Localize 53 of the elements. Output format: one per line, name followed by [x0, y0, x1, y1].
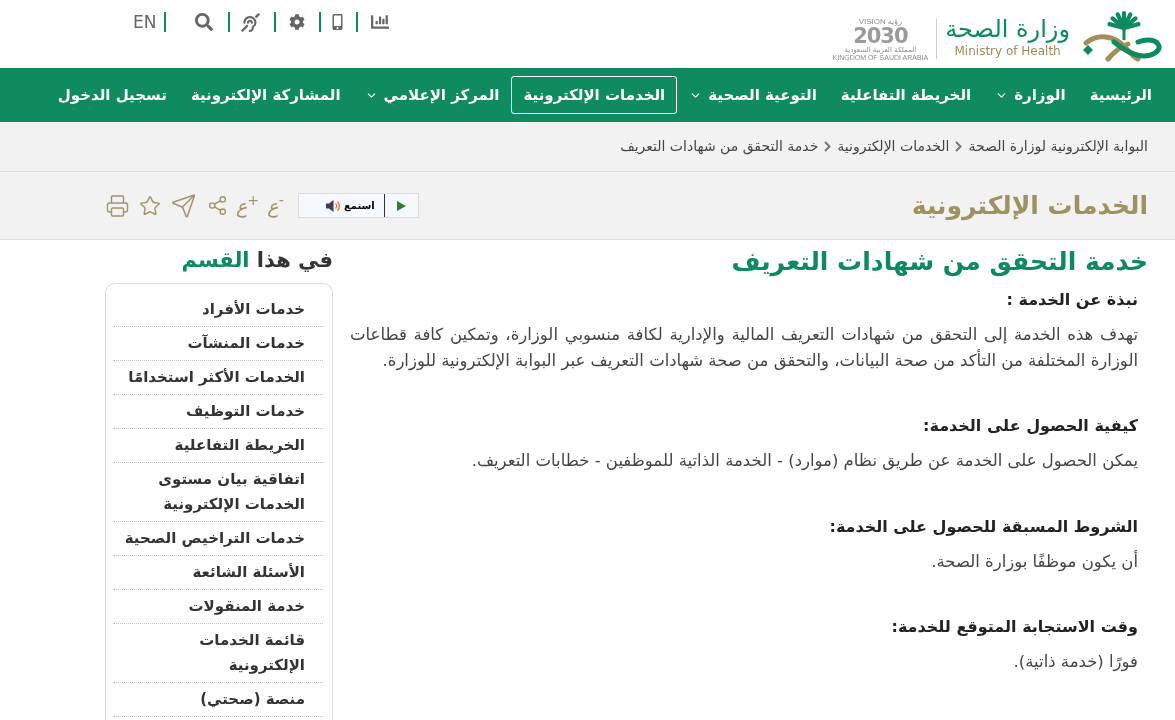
print-icon[interactable]	[104, 193, 131, 218]
nav-item[interactable]: الخريطة التفاعلية	[828, 76, 984, 114]
chevron-right-icon	[824, 141, 832, 152]
sidebar-link[interactable]: خدمات التراخيص الصحية	[113, 522, 323, 556]
bar-chart-icon[interactable]	[369, 13, 392, 31]
sidebar-link[interactable]: اتفاقية بيان مستوى الخدمات الإلكترونية	[113, 463, 323, 522]
nav-item[interactable]: المركز الإعلامي	[352, 76, 512, 114]
language-button[interactable]: EN	[133, 12, 157, 32]
section-heading: الشروط المسبقة للحصول على الخدمة:	[828, 515, 1138, 538]
listen-label: استمع	[343, 199, 375, 212]
page-title: الخدمات الإلكترونية	[911, 189, 1148, 222]
play-icon	[396, 200, 406, 211]
sidebar-link[interactable]: منصة (صحتي)	[113, 683, 323, 717]
vision-word: VISION	[858, 17, 886, 26]
nav-item[interactable]: تسجيل الدخول	[45, 76, 179, 114]
sidebar-link[interactable]: خدمات التوظيف	[113, 395, 323, 429]
section-heading: نبذة عن الخدمة :	[1005, 289, 1138, 311]
sidebar-link[interactable]: الخدمات الأكثر استخدامًا	[113, 361, 323, 395]
star-icon[interactable]	[139, 194, 161, 217]
section-paragraph: يمكن الحصول على الخدمة عن طريق نظام (موارد) - الخدمة الذاتية للموظفين - خطابات التعريف.	[470, 450, 1138, 473]
breadcrumb-current: خدمة التحقق من شهادات التعريف	[620, 137, 819, 157]
nav-item[interactable]: الرئيسية	[1077, 76, 1164, 114]
nav-item[interactable]: المشاركة الإلكترونية	[178, 76, 353, 114]
ministry-name-arabic: وزارة الصحة	[945, 14, 1070, 43]
section-paragraph: تهدف هذه الخدمة إلى التحقق من شهادات التعريف المالية والإدارية لكافة منسوبي الوزارة، وتمكين كافة قطاعات الوزارة المختلفة من التأكد من صحة البيانات، والتحقق من صحة شهادات التعريف عبر البوابة الإلكترونية للوزارة.	[350, 324, 1138, 373]
mobile-icon[interactable]	[332, 14, 344, 30]
chevron-right-icon	[955, 141, 963, 152]
section-heading: وقت الاستجابة المتوقع للخدمة:	[890, 616, 1138, 638]
nav-item[interactable]: الخدمات الإلكترونية	[511, 76, 678, 114]
nav-item[interactable]: الوزارة	[983, 76, 1078, 114]
sidebar-link[interactable]: خدمات المنشآت	[113, 327, 323, 361]
share-icon[interactable]	[207, 195, 228, 216]
section-paragraph: أن يكون موظفًا بوزارة الصحة.	[930, 549, 1138, 574]
sidebar-link[interactable]: الخريطة التفاعلية	[113, 429, 323, 463]
sidebar-link[interactable]: قائمة الخدمات الإلكترونية	[113, 624, 323, 683]
breadcrumb-link[interactable]: الخدمات الإلكترونية	[837, 136, 950, 157]
sidebar-link[interactable]: خدمات الأفراد	[113, 293, 323, 327]
speaker-icon	[324, 198, 341, 213]
article-title: خدمة التحقق من شهادات التعريف	[730, 246, 1148, 278]
settings-icon[interactable]	[289, 14, 306, 30]
ministry-name-english: Ministry of Health	[954, 43, 1061, 59]
nav-item[interactable]: التوعية الصحية	[677, 76, 829, 114]
breadcrumb-link[interactable]: البوابة الإلكترونية لوزارة الصحة	[968, 136, 1148, 157]
section-paragraph: فورًا (خدمة ذاتية).	[1012, 651, 1138, 674]
sidebar-title: في هذا القسم	[180, 247, 333, 274]
section-heading: كيفية الحصول على الخدمة:	[922, 415, 1138, 437]
hearing-impaired-icon[interactable]	[241, 12, 261, 32]
vision-arabic: رؤية	[887, 17, 903, 26]
vision-year: 2030	[853, 26, 908, 46]
search-icon[interactable]	[195, 13, 214, 31]
send-icon[interactable]	[170, 192, 197, 219]
sidebar-link[interactable]: خدمة المنقولات	[113, 590, 323, 624]
sidebar-link[interactable]: الأسئلة الشائعة	[113, 556, 323, 590]
